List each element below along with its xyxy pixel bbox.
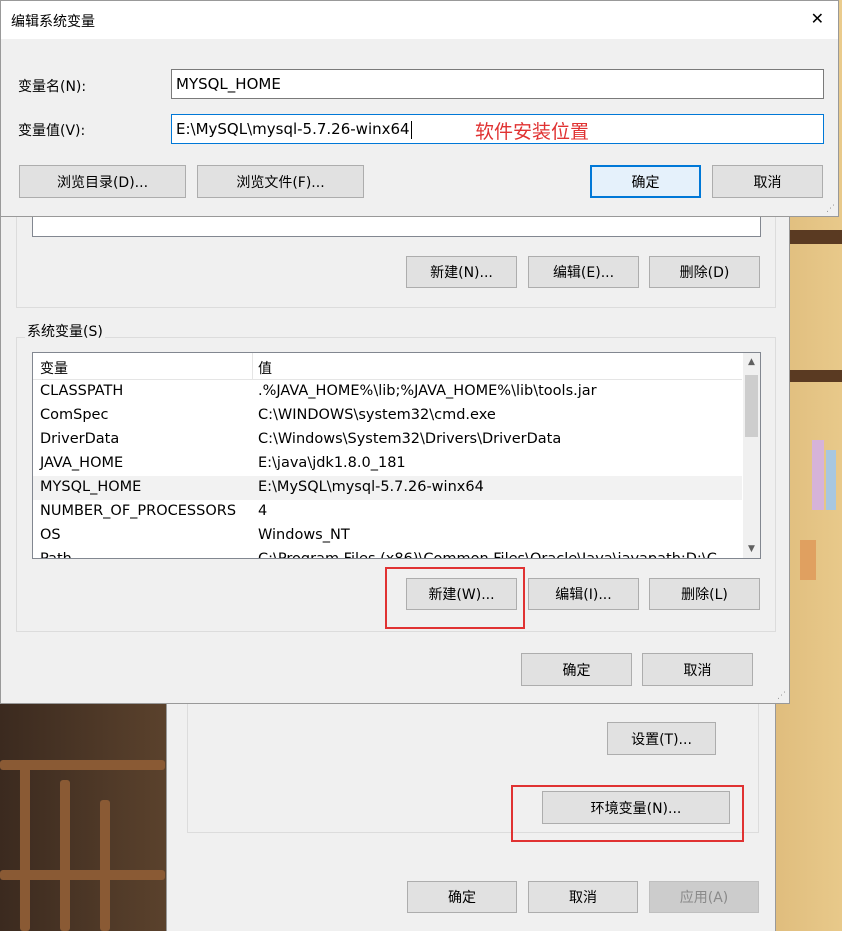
sysprops-cancel-button[interactable]: 取消: [528, 881, 638, 913]
column-header-value[interactable]: 值: [258, 358, 272, 378]
table-row[interactable]: OS Windows_NT: [33, 524, 742, 548]
table-row[interactable]: CLASSPATH .%JAVA_HOME%\lib;%JAVA_HOME%\l…: [33, 380, 742, 404]
var-value: E:\java\jdk1.8.0_181: [258, 455, 406, 471]
column-separator: [252, 353, 253, 379]
user-new-button[interactable]: 新建(N)...: [406, 256, 517, 288]
resize-grip-icon[interactable]: ⋰: [777, 691, 787, 701]
table-row[interactable]: Path C:\Program Files (x86)\Common Files…: [33, 548, 742, 559]
edit-system-variable-dialog: 编辑系统变量 ✕ 变量名(N): MYSQL_HOME 变量值(V): E:\M…: [0, 0, 839, 217]
scroll-thumb[interactable]: [745, 375, 758, 437]
scroll-up-icon[interactable]: ▲: [743, 353, 760, 371]
variable-name-field[interactable]: MYSQL_HOME: [171, 69, 824, 99]
table-row[interactable]: JAVA_HOME E:\java\jdk1.8.0_181: [33, 452, 742, 476]
var-value: 4: [258, 503, 268, 519]
wallpaper-book: [812, 440, 824, 510]
var-value: Windows_NT: [258, 527, 350, 543]
system-variables-label: 系统变量(S): [25, 321, 105, 341]
var-value: C:\WINDOWS\system32\cmd.exe: [258, 407, 496, 423]
var-name: CLASSPATH: [40, 383, 124, 399]
wallpaper-book: [826, 450, 836, 510]
var-value: C:\Program Files (x86)\Common Files\Orac…: [258, 551, 731, 559]
system-variables-list[interactable]: 变量 值 CLASSPATH .%JAVA_HOME%\lib;%JAVA_HO…: [32, 352, 761, 559]
var-value: E:\MySQL\mysql-5.7.26-winx64: [258, 479, 484, 495]
browse-directory-button[interactable]: 浏览目录(D)...: [19, 165, 186, 198]
wallpaper-book: [800, 540, 816, 580]
highlight-new-button: [385, 567, 525, 629]
apply-button[interactable]: 应用(A): [649, 881, 759, 913]
variable-name-label: 变量名(N):: [18, 79, 87, 95]
column-header-variable[interactable]: 变量: [40, 358, 68, 378]
env-cancel-button[interactable]: 取消: [642, 653, 753, 686]
variable-value-text: E:\MySQL\mysql-5.7.26-winx64: [176, 120, 410, 138]
user-delete-button[interactable]: 删除(D): [649, 256, 760, 288]
table-row-selected[interactable]: MYSQL_HOME E:\MySQL\mysql-5.7.26-winx64: [33, 476, 742, 500]
wallpaper-rail: [20, 760, 30, 931]
edit-ok-button[interactable]: 确定: [590, 165, 701, 198]
close-icon[interactable]: ✕: [811, 9, 824, 28]
table-row[interactable]: NUMBER_OF_PROCESSORS 4: [33, 500, 742, 524]
title-bar[interactable]: 编辑系统变量 ✕: [1, 1, 838, 39]
wallpaper-shelf: [790, 370, 842, 382]
resize-grip-icon[interactable]: ⋰: [826, 204, 836, 214]
var-name: NUMBER_OF_PROCESSORS: [40, 503, 237, 519]
list-header: 变量 值: [33, 353, 742, 380]
wallpaper-rail: [100, 800, 110, 931]
var-value: .%JAVA_HOME%\lib;%JAVA_HOME%\lib\tools.j…: [258, 383, 597, 399]
var-name: MYSQL_HOME: [40, 479, 142, 495]
var-name: JAVA_HOME: [40, 455, 124, 471]
text-caret: [410, 120, 412, 139]
var-name: ComSpec: [40, 407, 109, 423]
var-value: C:\Windows\System32\Drivers\DriverData: [258, 431, 562, 447]
install-location-annotation: 软件安装位置: [475, 121, 590, 143]
edit-cancel-button[interactable]: 取消: [712, 165, 823, 198]
browse-file-button[interactable]: 浏览文件(F)...: [197, 165, 364, 198]
settings-button[interactable]: 设置(T)...: [607, 722, 716, 755]
wallpaper-rail: [0, 870, 165, 880]
vertical-scrollbar[interactable]: ▲ ▼: [743, 353, 760, 558]
var-name: DriverData: [40, 431, 120, 447]
sysprops-ok-button[interactable]: 确定: [407, 881, 517, 913]
env-ok-button[interactable]: 确定: [521, 653, 632, 686]
wallpaper-rail: [0, 760, 165, 770]
user-edit-button[interactable]: 编辑(E)...: [528, 256, 639, 288]
table-row[interactable]: ComSpec C:\WINDOWS\system32\cmd.exe: [33, 404, 742, 428]
scroll-down-icon[interactable]: ▼: [743, 540, 760, 558]
var-name: Path: [40, 551, 72, 559]
variable-value-label: 变量值(V):: [18, 123, 86, 139]
wallpaper-rail: [60, 780, 70, 931]
var-name: OS: [40, 527, 61, 543]
dialog-title: 编辑系统变量: [11, 14, 95, 30]
highlight-env-vars-button: [511, 785, 744, 842]
system-edit-button[interactable]: 编辑(I)...: [528, 578, 639, 610]
system-delete-button[interactable]: 删除(L): [649, 578, 760, 610]
table-row[interactable]: DriverData C:\Windows\System32\Drivers\D…: [33, 428, 742, 452]
